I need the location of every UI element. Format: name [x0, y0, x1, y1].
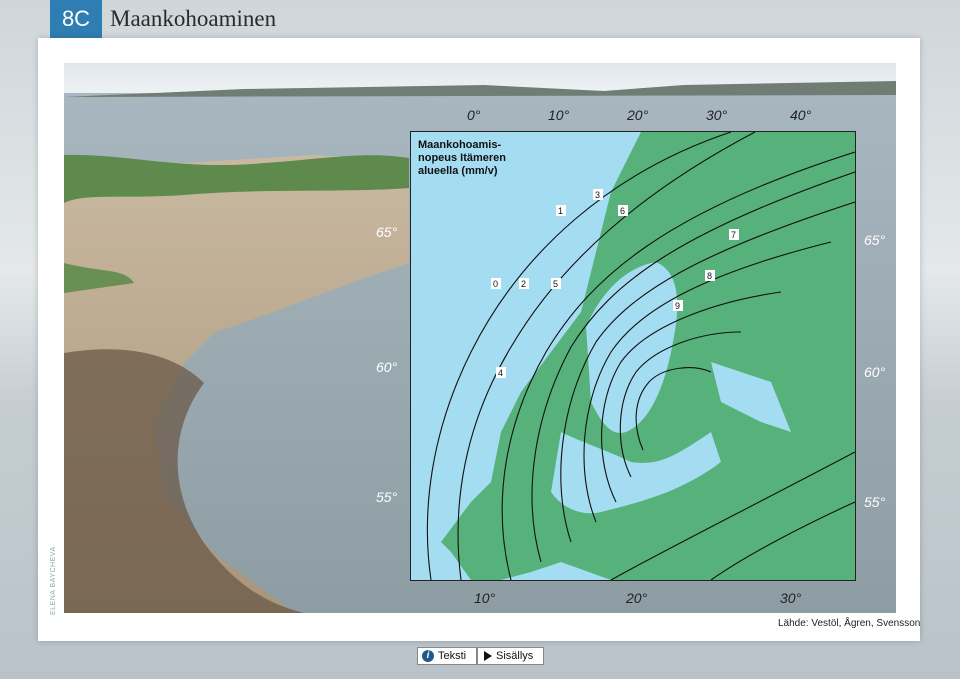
latitude-label: 60° — [864, 364, 886, 380]
longitude-label: 30° — [706, 107, 728, 123]
play-arrow-icon — [484, 651, 492, 662]
longitude-label: 10° — [548, 107, 570, 123]
svg-text:1: 1 — [558, 206, 563, 216]
chapter-badge: 8C — [50, 0, 102, 38]
longitude-label: 20° — [626, 590, 648, 606]
land-uplift-map: 0 1 2 3 4 5 6 7 8 9 — [410, 131, 856, 581]
text-button[interactable]: i Teksti — [417, 647, 477, 665]
longitude-label: 20° — [627, 107, 649, 123]
map-title-line: alueella (mm/v) — [418, 165, 498, 177]
svg-text:2: 2 — [521, 279, 526, 289]
svg-text:6: 6 — [620, 206, 625, 216]
contents-button[interactable]: Sisällys — [477, 647, 544, 665]
contents-button-label: Sisällys — [496, 650, 534, 662]
svg-text:5: 5 — [553, 279, 558, 289]
page-header: 8C Maankohoaminen — [0, 0, 960, 40]
svg-text:0: 0 — [493, 279, 498, 289]
source-citation: Lähde: Vestöl, Ågren, Svensson — [778, 618, 921, 629]
svg-text:3: 3 — [595, 190, 600, 200]
longitude-label: 30° — [780, 590, 802, 606]
info-icon: i — [422, 650, 434, 663]
latitude-label: 65° — [864, 232, 886, 248]
map-title: Maankohoamis- nopeus Itämeren alueella (… — [418, 139, 528, 178]
svg-text:4: 4 — [498, 368, 503, 378]
latitude-label: 60° — [376, 359, 398, 375]
map-title-line: Maankohoamis- — [418, 139, 502, 151]
svg-text:8: 8 — [707, 271, 712, 281]
svg-text:9: 9 — [675, 301, 680, 311]
svg-text:7: 7 — [731, 230, 736, 240]
latitude-label: 55° — [864, 494, 886, 510]
photo-credit: ELENA BAYCHEVA — [50, 546, 60, 615]
page-title: Maankohoaminen — [110, 6, 277, 31]
latitude-label: 65° — [376, 224, 398, 240]
latitude-label: 55° — [376, 489, 398, 505]
text-button-label: Teksti — [438, 650, 467, 662]
map-title-line: nopeus Itämeren — [418, 152, 507, 164]
longitude-label: 10° — [474, 590, 496, 606]
longitude-label: 0° — [467, 107, 481, 123]
longitude-label: 40° — [790, 107, 812, 123]
